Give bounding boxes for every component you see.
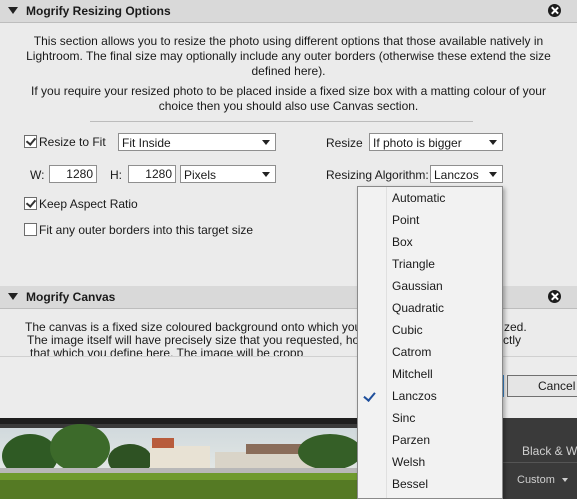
black-white-tab[interactable]: Black & Wh — [522, 444, 577, 458]
menu-item-mitchell[interactable]: Mitchell — [358, 363, 502, 385]
desc-line: If you require your resized photo to be … — [31, 84, 546, 98]
canvas-desc-line: The image itself will have precisely siz… — [27, 333, 392, 347]
fit-borders-checkbox[interactable] — [24, 223, 37, 236]
menu-item-label: Gaussian — [392, 279, 443, 293]
resize-label: Resize — [326, 136, 363, 150]
menu-item-cubic[interactable]: Cubic — [358, 319, 502, 341]
cancel-button[interactable]: Cancel — [507, 375, 577, 397]
collapse-triangle-icon[interactable] — [8, 293, 18, 300]
resize-to-fit-label: Resize to Fit — [39, 135, 106, 149]
canvas-desc-line-tail: ctly — [503, 333, 521, 347]
fit-mode-value: Fit Inside — [122, 136, 171, 150]
desc-line: Lightroom. The final size may optionally… — [26, 49, 551, 63]
algorithm-value: Lanczos — [434, 168, 479, 182]
keep-aspect-checkbox[interactable] — [24, 197, 37, 210]
custom-label: Custom — [517, 474, 555, 486]
develop-panel: Black & Wh Custom — [503, 418, 577, 499]
menu-item-gaussian[interactable]: Gaussian — [358, 275, 502, 297]
resize-condition-value: If photo is bigger — [373, 136, 462, 150]
checkmark-icon — [363, 389, 376, 402]
menu-item-bessel[interactable]: Bessel — [358, 473, 502, 495]
menu-item-label: Welsh — [392, 455, 426, 469]
menu-item-box[interactable]: Box — [358, 231, 502, 253]
close-icon[interactable] — [548, 4, 561, 17]
fit-borders-label: Fit any outer borders into this target s… — [39, 223, 254, 237]
fit-mode-select[interactable]: Fit Inside — [118, 133, 276, 151]
canvas-section-title: Mogrify Canvas — [26, 290, 116, 304]
menu-item-label: Parzen — [392, 433, 431, 447]
menu-item-sinc[interactable]: Sinc — [358, 407, 502, 429]
custom-select[interactable]: Custom — [517, 474, 568, 486]
menu-item-catrom[interactable]: Catrom — [358, 341, 502, 363]
resize-description: This section allows you to resize the ph… — [0, 34, 577, 79]
menu-item-automatic[interactable]: Automatic — [358, 187, 502, 209]
menu-item-triangle[interactable]: Triangle — [358, 253, 502, 275]
resize-description-canvas-note: If you require your resized photo to be … — [0, 84, 577, 114]
chevron-down-icon — [489, 172, 497, 177]
units-value: Pixels — [184, 168, 217, 182]
menu-item-lanczos[interactable]: Lanczos — [358, 385, 502, 407]
chevron-down-icon — [561, 478, 568, 483]
units-select[interactable]: Pixels — [180, 165, 276, 183]
resize-section-title: Mogrify Resizing Options — [26, 4, 171, 18]
algorithm-select[interactable]: Lanczos — [430, 165, 503, 183]
algorithm-label: Resizing Algorithm: — [326, 168, 429, 182]
canvas-desc-line: The canvas is a fixed size coloured back… — [25, 320, 397, 334]
divider — [90, 121, 473, 122]
menu-item-label: Point — [392, 213, 420, 227]
width-label: W: — [30, 168, 45, 182]
menu-item-label: Catrom — [392, 345, 432, 359]
chevron-down-icon — [262, 172, 270, 177]
canvas-desc-clip: that which you define here. The image wi… — [30, 346, 352, 356]
menu-item-label: Quadratic — [392, 301, 445, 315]
close-icon[interactable] — [548, 290, 561, 303]
chevron-down-icon — [262, 140, 270, 145]
resize-condition-select[interactable]: If photo is bigger — [369, 133, 503, 151]
menu-item-label: Triangle — [392, 257, 435, 271]
width-input[interactable]: 1280 — [49, 165, 97, 183]
menu-item-parzen[interactable]: Parzen — [358, 429, 502, 451]
collapse-triangle-icon[interactable] — [8, 7, 18, 14]
resize-section-header[interactable]: Mogrify Resizing Options — [0, 0, 577, 23]
menu-item-label: Sinc — [392, 411, 416, 425]
menu-item-label: Box — [392, 235, 413, 249]
desc-line: choice then you should also use Canvas s… — [158, 99, 419, 113]
menu-item-label: Mitchell — [392, 367, 433, 381]
menu-item-point[interactable]: Point — [358, 209, 502, 231]
canvas-desc-line-tail: zed. — [504, 320, 527, 334]
keep-aspect-label: Keep Aspect Ratio — [39, 197, 138, 211]
divider — [503, 462, 577, 463]
menu-item-label: Lanczos — [392, 389, 437, 403]
canvas-desc-line: that which you define here. The image wi… — [30, 346, 304, 356]
algorithm-dropdown-menu[interactable]: Automatic Point Box Triangle Gaussian Qu… — [357, 186, 503, 499]
desc-line: This section allows you to resize the ph… — [33, 34, 544, 48]
height-input[interactable]: 1280 — [128, 165, 176, 183]
menu-item-label: Cubic — [392, 323, 423, 337]
menu-item-quadratic[interactable]: Quadratic — [358, 297, 502, 319]
height-label: H: — [110, 168, 122, 182]
desc-line: defined here). — [251, 64, 326, 78]
menu-item-welsh[interactable]: Welsh — [358, 451, 502, 473]
menu-item-label: Bessel — [392, 477, 429, 491]
menu-item-label: Automatic — [392, 191, 446, 205]
resize-to-fit-checkbox[interactable] — [24, 135, 37, 148]
chevron-down-icon — [489, 140, 497, 145]
